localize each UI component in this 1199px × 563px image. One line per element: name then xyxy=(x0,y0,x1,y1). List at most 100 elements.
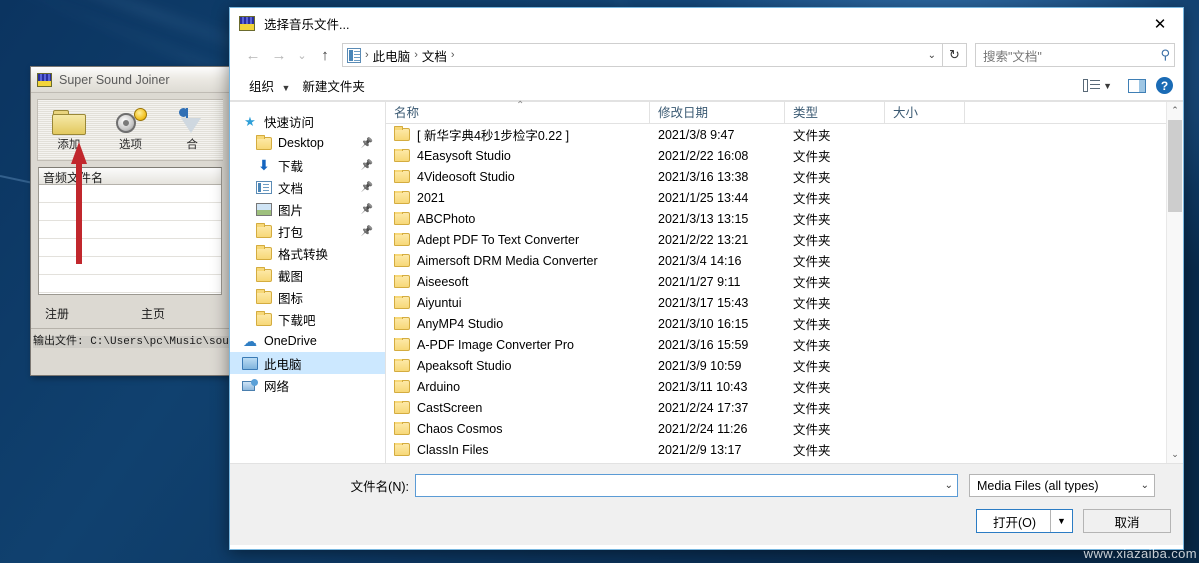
add-button-label: 添加 xyxy=(57,139,81,151)
organize-button[interactable]: 组织 ▼ xyxy=(243,73,296,98)
scroll-up-icon[interactable]: ⌃ xyxy=(1167,102,1183,119)
filename-row: 文件名(N): ⌄ Media Files (all types) ⌄ xyxy=(230,464,1183,497)
breadcrumb-item-documents[interactable]: 文档 xyxy=(422,46,447,65)
filename-chevron-down-icon[interactable]: ⌄ xyxy=(945,480,953,491)
sidebar-item-label: 此电脑 xyxy=(264,357,302,372)
filename-input[interactable]: ⌄ xyxy=(415,474,958,497)
dialog-titlebar[interactable]: 选择音乐文件... ✕ xyxy=(230,8,1183,39)
ssj-list-header: 音频文件名 xyxy=(39,168,221,185)
table-row[interactable]: 4Videosoft Studio 2021/3/16 13:38 文件夹 xyxy=(386,166,1166,187)
forward-button[interactable]: → xyxy=(266,42,292,68)
close-icon[interactable]: ✕ xyxy=(1137,8,1183,39)
sidebar-item-5[interactable]: 打包 📌 xyxy=(230,220,385,242)
file-rows[interactable]: [ 新华字典4秒1步检字0.22 ] 2021/3/8 9:47 文件夹 4Easys… xyxy=(386,124,1166,463)
pin-icon[interactable]: 📌 xyxy=(361,182,373,193)
file-type-cell: 文件夹 xyxy=(793,276,831,290)
table-row[interactable]: Adept PDF To Text Converter 2021/2/22 13:… xyxy=(386,229,1166,250)
sidebar-item-12[interactable]: 网络 xyxy=(230,374,385,396)
table-row[interactable]: Chaos Cosmos 2021/2/24 11:26 文件夹 xyxy=(386,418,1166,439)
refresh-icon[interactable]: ↻ xyxy=(943,43,967,67)
view-options-icon[interactable] xyxy=(1083,78,1101,93)
breadcrumb-item-this-pc[interactable]: 此电脑 xyxy=(373,46,411,65)
column-headers[interactable]: ⌃ 名称 修改日期 类型 大小 xyxy=(386,100,1166,124)
search-input[interactable]: 搜索"文档" ⚲ xyxy=(975,43,1175,67)
file-open-dialog[interactable]: 选择音乐文件... ✕ ← → ⌄ ↑ › 此电脑 › 文档 › ⌄ ↻ 搜索"… xyxy=(229,7,1184,550)
join-button[interactable]: 合 xyxy=(161,108,223,152)
preview-pane-icon[interactable] xyxy=(1128,78,1146,93)
super-sound-joiner-window[interactable]: Super Sound Joiner 添加 选项 合 音频文件名 注册 主页 输… xyxy=(30,66,230,376)
table-row[interactable]: Aiseesoft 2021/1/27 9:11 文件夹 xyxy=(386,271,1166,292)
file-name-cell: Aiseesoft xyxy=(386,274,650,289)
folder-icon xyxy=(394,316,410,330)
navigation-pane[interactable]: ★ 快速访问 Desktop 📌 ⬇ 下载 📌 文档 📌 图片 📌 打包 📌 格式转换 截图 图标 下载吧 ☁ On… xyxy=(230,102,385,463)
file-name-label: AnyMP4 Studio xyxy=(417,316,504,331)
sidebar-item-4[interactable]: 图片 📌 xyxy=(230,198,385,220)
sidebar-item-6[interactable]: 格式转换 xyxy=(230,242,385,264)
file-name-cell: [ 新华字典4秒1步检字0.22 ] xyxy=(386,125,650,144)
table-row[interactable]: [ 新华字典4秒1步检字0.22 ] 2021/3/8 9:47 文件夹 xyxy=(386,124,1166,145)
filetype-select[interactable]: Media Files (all types) ⌄ xyxy=(969,474,1155,497)
table-row[interactable]: 2021 2021/1/25 13:44 文件夹 xyxy=(386,187,1166,208)
folder-icon xyxy=(394,148,410,162)
column-header-1[interactable]: 修改日期 xyxy=(650,101,785,124)
scrollbar-thumb[interactable] xyxy=(1168,120,1182,212)
table-row[interactable]: Aiyuntui 2021/3/17 15:43 文件夹 xyxy=(386,292,1166,313)
folder-icon xyxy=(394,358,410,372)
pin-icon[interactable]: 📌 xyxy=(361,160,373,171)
home-link[interactable]: 主页 xyxy=(141,305,165,322)
breadcrumb[interactable]: › 此电脑 › 文档 › ⌄ xyxy=(342,43,943,67)
folder-icon xyxy=(394,190,410,204)
view-chevron-down-icon[interactable]: ▼ xyxy=(1103,81,1112,91)
sidebar-item-0[interactable]: ★ 快速访问 xyxy=(230,110,385,132)
folder-icon xyxy=(256,310,272,326)
file-list-pane[interactable]: ⌃ 名称 修改日期 类型 大小 [ 新华字典4秒1步检字0.22 ] 2021/3/8 … xyxy=(385,100,1166,463)
table-row[interactable]: ClassIn Files 2021/2/9 13:17 文件夹 xyxy=(386,439,1166,460)
table-row[interactable]: Apeaksoft Studio 2021/3/9 10:59 文件夹 xyxy=(386,355,1166,376)
table-row[interactable]: A-PDF Image Converter Pro 2021/3/16 15:59… xyxy=(386,334,1166,355)
folder-icon xyxy=(394,169,410,183)
sidebar-item-11[interactable]: 此电脑 xyxy=(230,352,385,374)
pin-icon[interactable]: 📌 xyxy=(361,226,373,237)
sidebar-item-2[interactable]: ⬇ 下载 📌 xyxy=(230,154,385,176)
address-chevron-down-icon[interactable]: ⌄ xyxy=(928,50,938,61)
sidebar-item-10[interactable]: ☁ OneDrive xyxy=(230,330,385,352)
scroll-down-icon[interactable]: ⌄ xyxy=(1167,446,1183,463)
add-button[interactable]: 添加 xyxy=(38,108,100,152)
pin-icon[interactable]: 📌 xyxy=(361,204,373,215)
new-folder-button[interactable]: 新建文件夹 xyxy=(296,73,371,98)
sidebar-item-1[interactable]: Desktop 📌 xyxy=(230,132,385,154)
options-button[interactable]: 选项 xyxy=(100,108,162,152)
table-row[interactable]: AnyMP4 Studio 2021/3/10 16:15 文件夹 xyxy=(386,313,1166,334)
register-link[interactable]: 注册 xyxy=(45,305,141,322)
ssj-list-rows[interactable] xyxy=(39,185,221,294)
pin-icon[interactable]: 📌 xyxy=(361,138,373,149)
folder-icon xyxy=(256,244,272,260)
sidebar-item-9[interactable]: 下载吧 xyxy=(230,308,385,330)
documents-icon xyxy=(347,47,361,63)
table-row[interactable]: Arduino 2021/3/11 10:43 文件夹 xyxy=(386,376,1166,397)
cloud-icon: ☁ xyxy=(243,332,257,349)
sidebar-item-7[interactable]: 截图 xyxy=(230,264,385,286)
back-button[interactable]: ← xyxy=(240,42,266,68)
file-name-cell: 4Videosoft Studio xyxy=(386,169,650,184)
ssj-file-list[interactable]: 音频文件名 xyxy=(38,167,222,295)
up-button[interactable]: ↑ xyxy=(312,42,338,68)
vertical-scrollbar[interactable]: ⌃ ⌄ xyxy=(1166,102,1183,463)
column-header-2[interactable]: 类型 xyxy=(785,101,885,124)
table-row[interactable]: Aimersoft DRM Media Converter 2021/3/4 14… xyxy=(386,250,1166,271)
table-row[interactable]: CastScreen 2021/2/24 17:37 文件夹 xyxy=(386,397,1166,418)
open-split-caret-icon[interactable]: ▼ xyxy=(1050,510,1072,532)
cancel-button[interactable]: 取消 xyxy=(1083,509,1171,533)
recent-locations-chevron-down-icon[interactable]: ⌄ xyxy=(292,42,312,68)
open-button[interactable]: 打开(O) ▼ xyxy=(975,509,1073,533)
dialog-body: ★ 快速访问 Desktop 📌 ⬇ 下载 📌 文档 📌 图片 📌 打包 📌 格式转换 截图 图标 下载吧 ☁ On… xyxy=(230,100,1183,463)
table-row[interactable]: ABCPhoto 2021/3/13 13:15 文件夹 xyxy=(386,208,1166,229)
column-header-3[interactable]: 大小 xyxy=(885,101,965,124)
ssj-titlebar: Super Sound Joiner xyxy=(31,67,229,93)
help-icon[interactable]: ? xyxy=(1156,77,1173,94)
sidebar-item-8[interactable]: 图标 xyxy=(230,286,385,308)
download-icon: ⬇ xyxy=(258,156,270,173)
sidebar-item-3[interactable]: 文档 📌 xyxy=(230,176,385,198)
table-row[interactable]: 4Easysoft Studio 2021/2/22 16:08 文件夹 xyxy=(386,145,1166,166)
file-name-label: ABCPhoto xyxy=(417,211,476,226)
